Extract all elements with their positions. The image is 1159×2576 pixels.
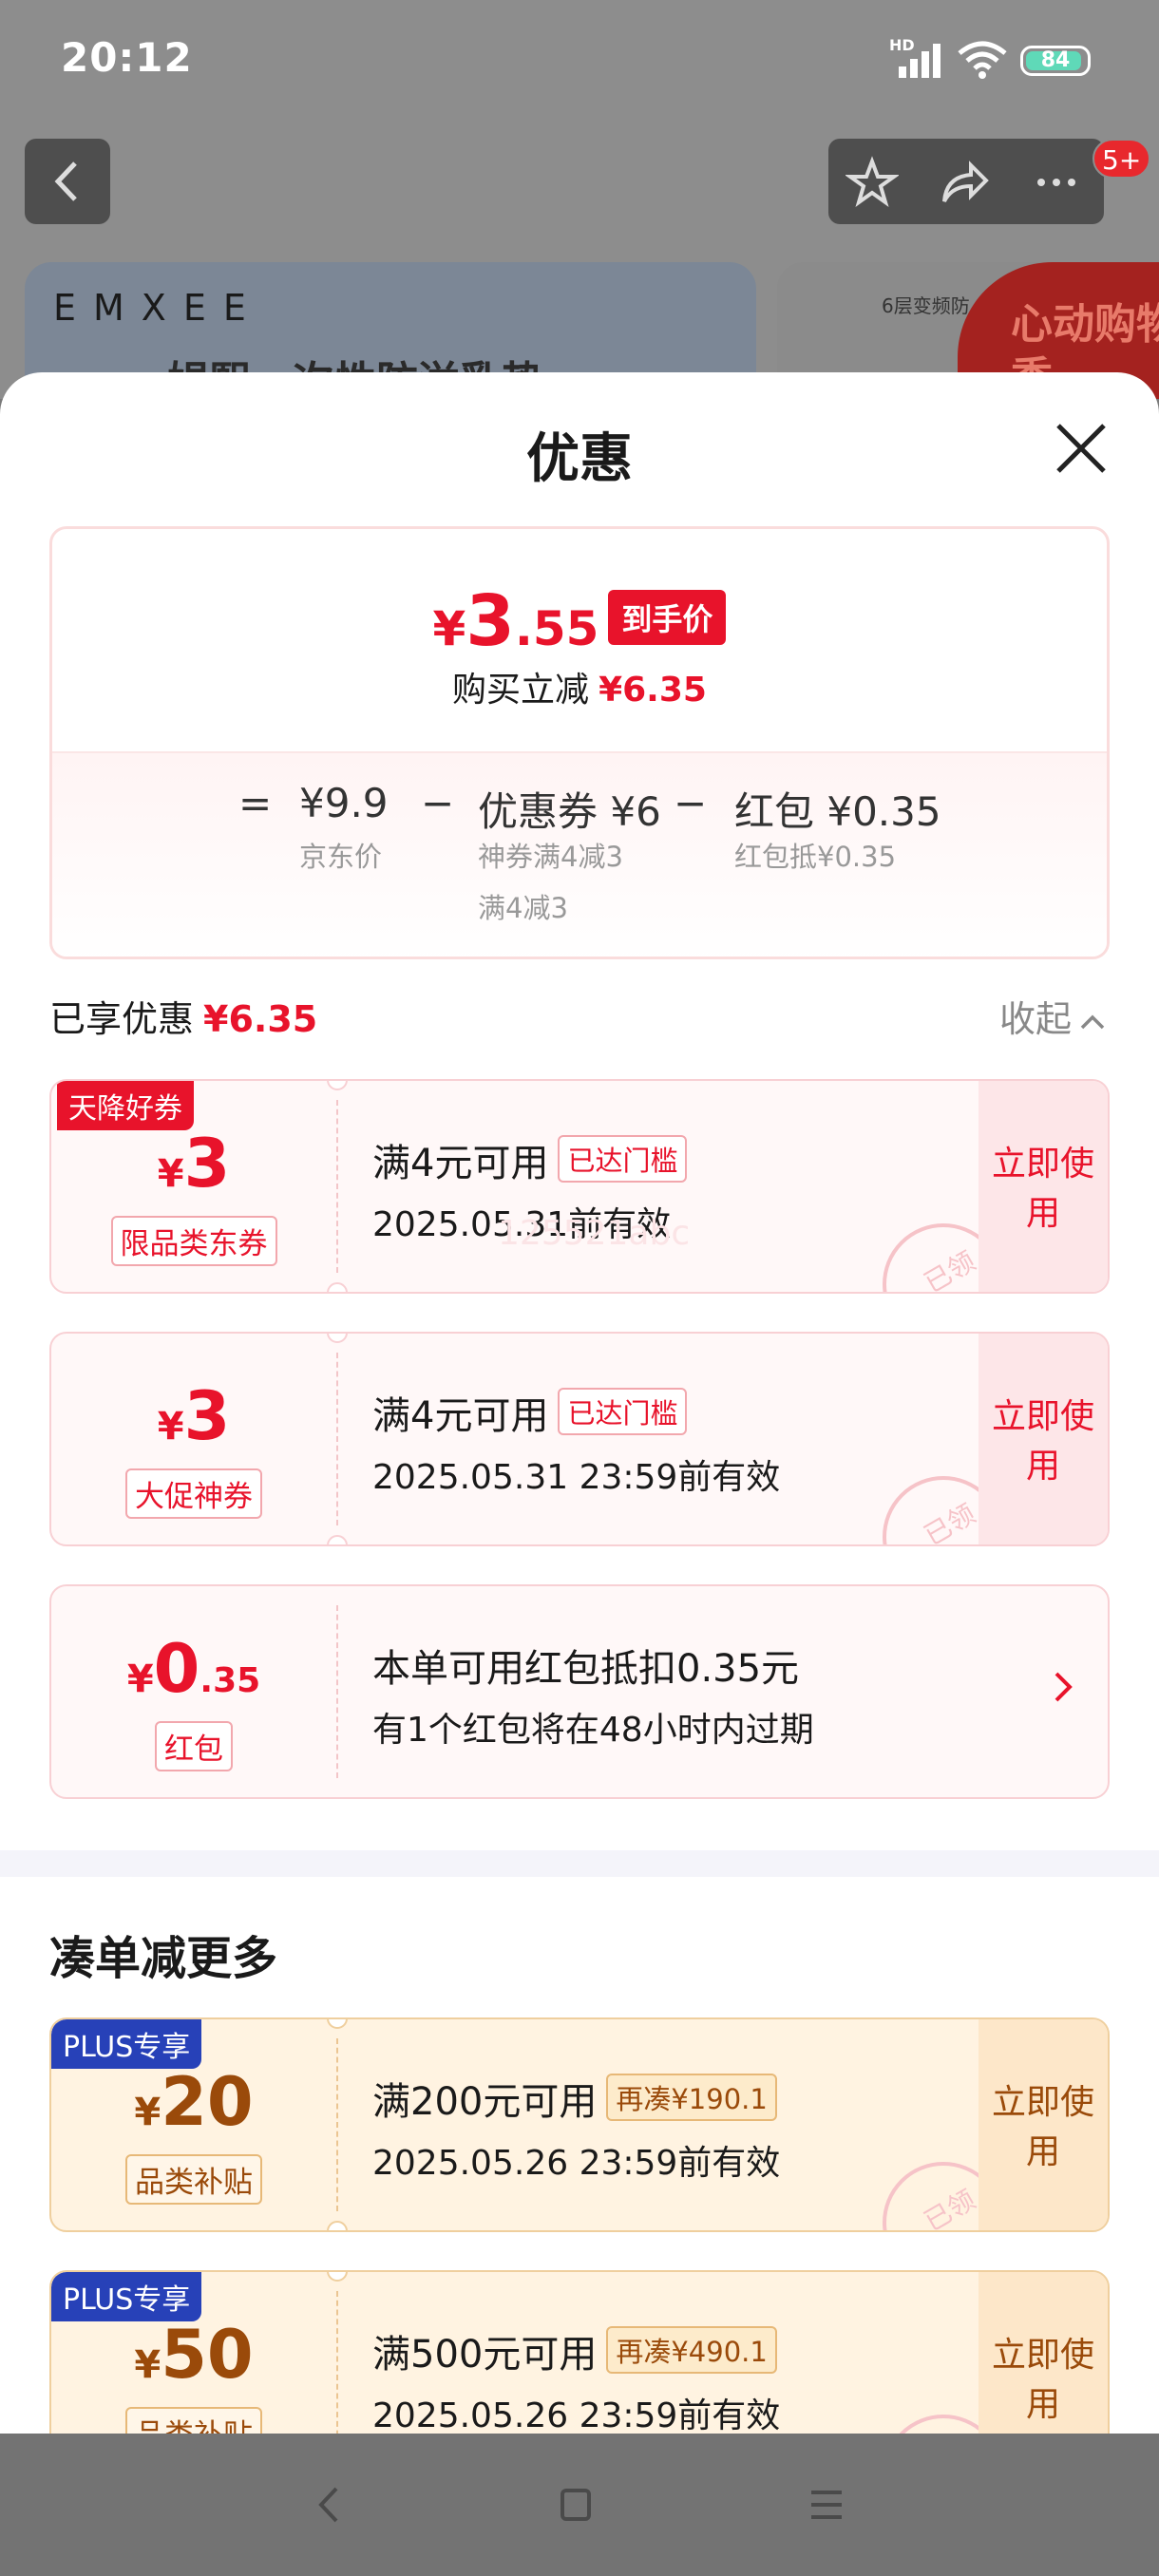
coupon-condition: 满4元可用 已达门槛 <box>372 1132 688 1187</box>
back-icon[interactable] <box>310 2481 348 2529</box>
coupon-amount: ¥50 <box>134 2316 254 2394</box>
threshold-chip: 已达门槛 <box>558 1135 688 1183</box>
more-icon[interactable] <box>1030 156 1083 209</box>
background-page: 20:12 HD 84 5+ EMXEE 娼熙 <box>0 0 1159 399</box>
back-button[interactable] <box>25 139 110 224</box>
coupon-type: 品类补贴 <box>125 2154 262 2205</box>
collapse-toggle[interactable]: 收起 <box>999 990 1106 1042</box>
redpacket-expiry: 有1个红包将在48小时内过期 <box>372 1711 814 1750</box>
redpacket-card[interactable]: ¥0.35 红包 本单可用红包抵扣0.35元 有1个红包将在48小时内过期 <box>49 1584 1110 1799</box>
purchase-reduction: 购买立减 ¥6.35 <box>452 671 707 710</box>
top-actions <box>828 139 1104 224</box>
plus-ribbon: PLUS专享 <box>51 2272 202 2321</box>
wifi-icon <box>958 41 1007 79</box>
chevron-right-icon[interactable] <box>1049 1668 1077 1706</box>
price-formula: = ¥9.9 京东价 − 优惠券 ¥6 神券满4减3 满4减3 − 红包 ¥0.… <box>52 751 1107 957</box>
threshold-chip: 已达门槛 <box>558 1388 688 1435</box>
sheet-title: 优惠 <box>526 428 633 490</box>
section-divider <box>0 1850 1159 1877</box>
use-now-button[interactable]: 立即使用 <box>978 2272 1108 2434</box>
final-price-tag: 到手价 <box>608 590 727 645</box>
coupon-card: ¥3 大促神券 满4元可用 已达门槛 2025.05.31 23:59前有效 已领… <box>49 1332 1110 1546</box>
coupon-expiry: 2025.05.26 23:59前有效 <box>372 2144 781 2183</box>
coupon-type: 红包 <box>155 1721 233 1771</box>
brand-logo: EMXEE <box>53 287 263 329</box>
status-time: 20:12 <box>61 34 193 81</box>
jd-price-label: 京东价 <box>299 841 383 873</box>
jd-price: ¥9.9 <box>299 780 389 826</box>
coupon-ribbon: 天降好券 <box>57 1081 194 1130</box>
chevron-up-icon <box>1080 1014 1105 1029</box>
remaining-chip: 再凑¥490.1 <box>606 2326 777 2374</box>
redpacket-deduction: 红包 ¥0.35 <box>734 788 941 835</box>
coupon-card: 天降好券 ¥3 限品类东券 满4元可用 已达门槛 2025.05.31前有效 12… <box>49 1079 1110 1294</box>
status-bar: 20:12 HD 84 <box>0 0 1159 114</box>
chevron-left-icon <box>54 161 77 201</box>
share-icon[interactable] <box>939 156 992 209</box>
coupon-condition: 满500元可用 再凑¥490.1 <box>372 2323 777 2378</box>
system-nav-bar <box>0 2434 1159 2576</box>
coupon-amount: ¥3 <box>157 1125 231 1203</box>
coupon-amount: ¥20 <box>134 2063 254 2141</box>
coupon-condition: 满4元可用 已达门槛 <box>372 1385 688 1440</box>
coupon-deduction: 优惠券 ¥6 <box>478 788 661 835</box>
star-icon[interactable] <box>846 156 899 209</box>
section-title: 凑单减更多 <box>49 1932 278 1985</box>
coupon-type: 品类补贴 <box>125 2407 262 2434</box>
signal-icon <box>899 44 940 78</box>
home-icon[interactable] <box>557 2481 595 2529</box>
watermark: 125521abc <box>498 1214 691 1253</box>
coupon-condition: 满200元可用 再凑¥190.1 <box>372 2071 777 2126</box>
coupon-type: 大促神券 <box>125 1468 262 1519</box>
plus-coupon-card: PLUS专享 ¥20 品类补贴 满200元可用 再凑¥190.1 2025.05.… <box>49 2017 1110 2232</box>
plus-coupon-card: PLUS专享 ¥50 品类补贴 满500元可用再凑¥490.1 2025.05.… <box>49 2270 1110 2434</box>
plus-ribbon: PLUS专享 <box>51 2019 202 2069</box>
redpacket-condition: 本单可用红包抵扣0.35元 <box>372 1647 800 1691</box>
redpacket-amount: ¥0.35 <box>126 1630 261 1708</box>
coupon-expiry: 2025.05.31 23:59前有效 <box>372 1458 781 1497</box>
coupon-amount: ¥3 <box>157 1377 231 1455</box>
notification-badge: 5+ <box>1092 139 1151 179</box>
menu-icon[interactable] <box>808 2481 846 2529</box>
coupon-type: 限品类东券 <box>110 1216 277 1266</box>
price-summary: ¥3.55 到手价 购买立减 ¥6.35 = ¥9.9 京东价 − 优惠券 ¥6 神… <box>49 526 1110 959</box>
close-icon[interactable] <box>1051 418 1112 479</box>
discount-sheet: 优惠 ¥3.55 到手价 购买立减 ¥6.35 = ¥9.9 京东价 − 优惠券 ¥… <box>0 372 1159 2434</box>
battery-level: 84 <box>1040 48 1071 72</box>
use-now-button[interactable]: 立即使用 <box>978 2019 1108 2230</box>
battery-icon: 84 <box>1020 46 1091 76</box>
final-price: ¥3.55 到手价 <box>52 580 1107 662</box>
coupon-expiry: 2025.05.26 23:59前有效 <box>372 2396 781 2434</box>
use-now-button[interactable]: 立即使用 <box>978 1081 1108 1292</box>
promo-text: 6层变频防 <box>882 294 970 317</box>
use-now-button[interactable]: 立即使用 <box>978 1334 1108 1544</box>
enjoyed-discount: 已享优惠 ¥6.35 <box>49 998 318 1040</box>
remaining-chip: 再凑¥190.1 <box>606 2074 777 2121</box>
